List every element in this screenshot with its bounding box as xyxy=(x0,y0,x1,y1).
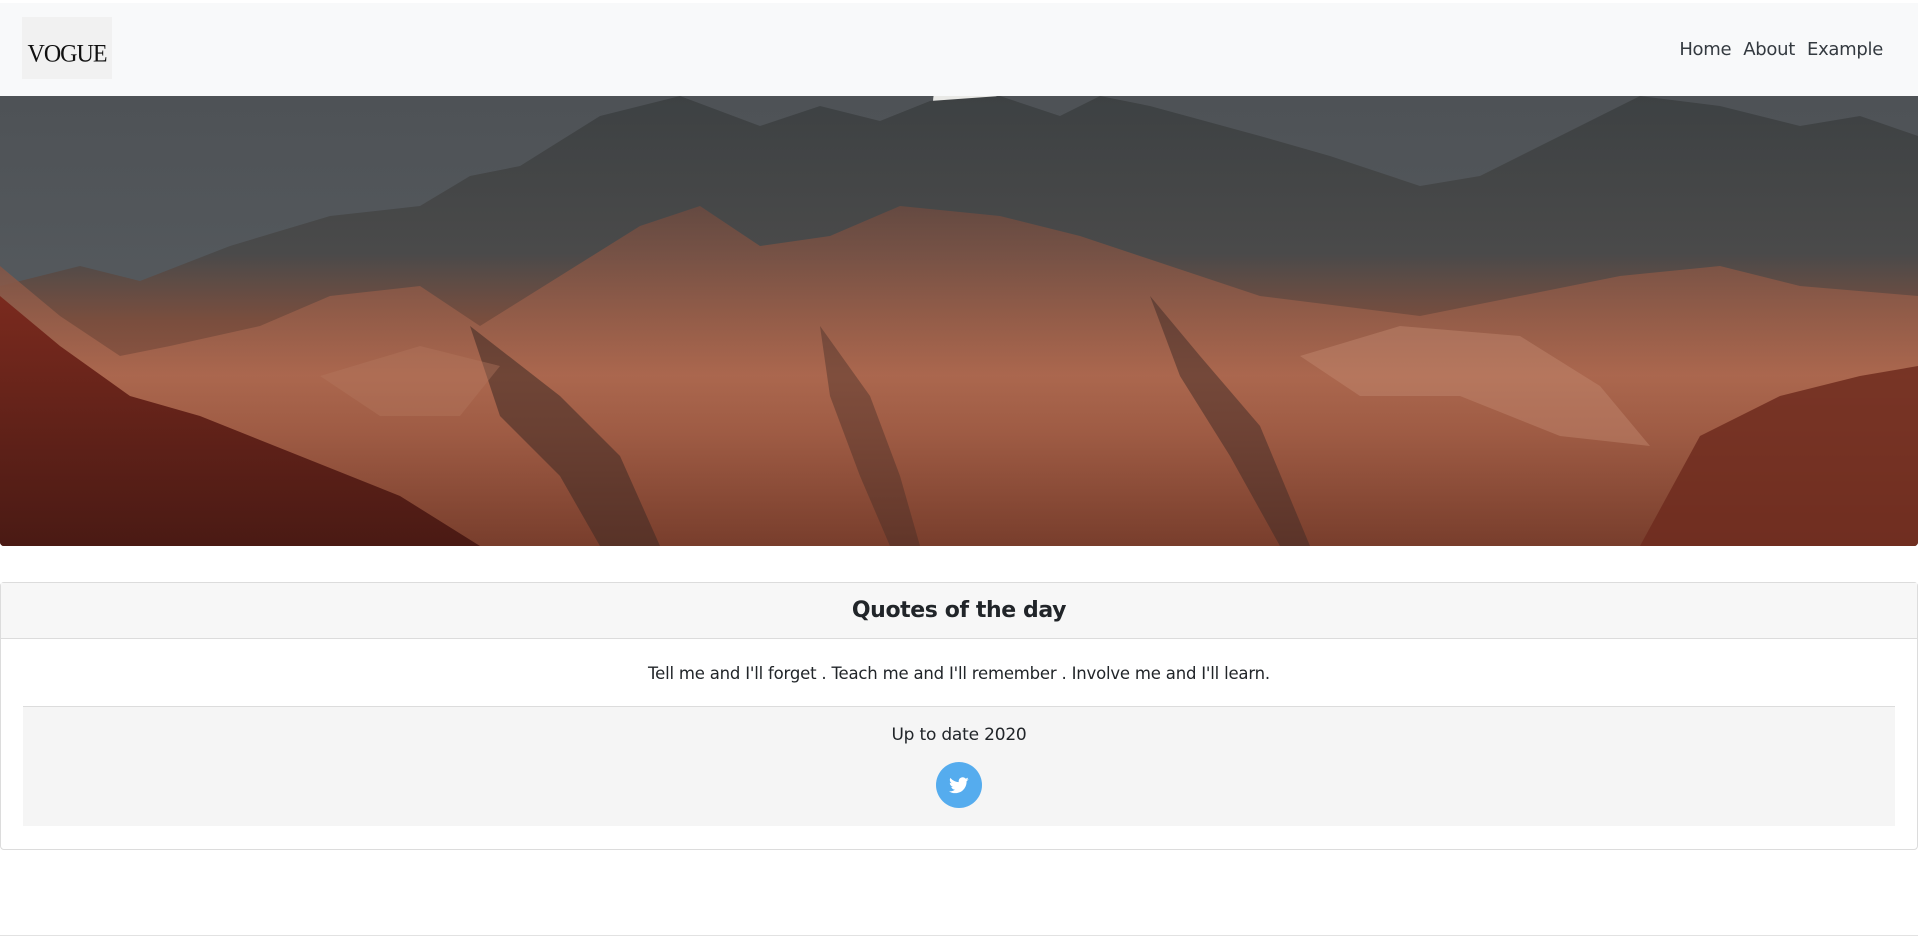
quote-text: Tell me and I'll forget . Teach me and I… xyxy=(648,664,1270,683)
logo-text: VOGUE xyxy=(27,39,108,68)
card-footer: Up to date 2020 xyxy=(23,706,1895,826)
navbar: VOGUE Home About Example xyxy=(0,3,1918,96)
nav-links: Home About Example xyxy=(1673,39,1889,60)
quote-card: Quotes of the day Tell me and I'll forge… xyxy=(0,582,1918,850)
hero-image xyxy=(0,96,1918,546)
twitter-icon xyxy=(949,776,969,793)
mountain-landscape-image xyxy=(0,96,1918,546)
nav-about-link[interactable]: About xyxy=(1737,39,1801,60)
nav-home-link[interactable]: Home xyxy=(1673,39,1737,60)
twitter-button[interactable] xyxy=(936,762,982,808)
card-body: Tell me and I'll forget . Teach me and I… xyxy=(1,639,1917,826)
page-divider xyxy=(0,935,1918,936)
card-title: Quotes of the day xyxy=(851,598,1067,623)
footer-text: Up to date 2020 xyxy=(891,725,1027,745)
brand-logo[interactable]: VOGUE xyxy=(22,17,112,79)
nav-example-link[interactable]: Example xyxy=(1801,39,1889,60)
card-header: Quotes of the day xyxy=(1,583,1917,639)
